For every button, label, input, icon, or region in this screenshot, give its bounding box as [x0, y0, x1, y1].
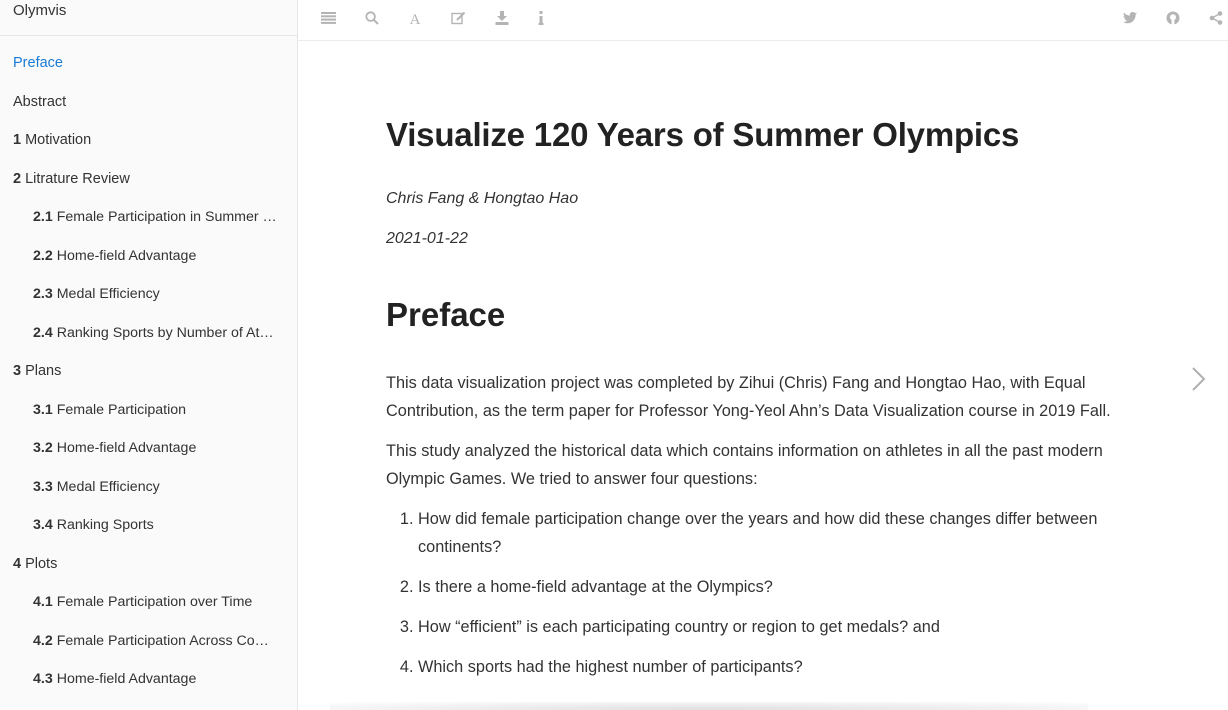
main-content: Visualize 120 Years of Summer Olympics C… — [386, 41, 1146, 693]
list-item: How “efficient” is each participating co… — [418, 613, 1146, 641]
sidebar-item-label: Home-field Advantage — [56, 247, 197, 264]
sidebar-item-label: Home-field Advantage — [56, 440, 197, 456]
sidebar-item-number: 3.4 — [33, 517, 53, 533]
search-icon[interactable] — [360, 8, 384, 28]
share-icon[interactable] — [1204, 8, 1228, 28]
paragraph: This data visualization project was comp… — [386, 374, 1111, 420]
bottom-shadow — [330, 702, 1088, 710]
questions-list: How did female participation change over… — [386, 505, 1146, 681]
sidebar-item[interactable]: 3.4 Ranking Sports — [0, 506, 297, 545]
sidebar-item-number: 2.3 — [33, 286, 53, 302]
sidebar-item-label: Medal Efficiency — [56, 478, 160, 495]
sidebar-item[interactable]: 3 Plans — [0, 352, 297, 391]
sidebar: Olymvis Preface Abstract 1 Motivation 2 Litra… — [0, 0, 298, 710]
sidebar-item-number: 3 — [13, 363, 22, 379]
sidebar-item[interactable]: 2.3 Medal Efficiency — [0, 275, 297, 314]
sidebar-item[interactable]: 3.1 Female Participation — [0, 391, 297, 430]
toc-toggle-icon[interactable] — [316, 8, 340, 28]
author: Chris Fang & Hongtao Hao — [386, 190, 579, 207]
sidebar-item[interactable]: 2.2 Home-field Advantage — [0, 237, 297, 276]
sidebar-item[interactable]: Abstract — [0, 83, 297, 122]
svg-text:A: A — [410, 12, 421, 25]
sidebar-item-label: Ranking Sports — [56, 517, 154, 533]
sidebar-item[interactable]: 3.3 Medal Efficiency — [0, 468, 297, 507]
sidebar-item-label: Preface — [13, 55, 63, 71]
book-title[interactable]: Olymvis — [0, 0, 297, 36]
sidebar-item[interactable]: 2.1 Female Participation in Summer … — [0, 198, 297, 237]
sidebar-item-number: 3.1 — [33, 401, 53, 418]
sidebar-item[interactable]: 1 Motivation — [0, 121, 297, 160]
publish-date: 2021-01-22 — [386, 230, 468, 247]
list-item: Which sports had the highest number of p… — [418, 653, 1146, 681]
sidebar-item[interactable]: 4.2 Female Participation Across Co… — [0, 622, 297, 661]
sidebar-item-number: 4.1 — [33, 594, 53, 610]
sidebar-item-label: Motivation — [25, 132, 92, 148]
sidebar-item-label: Plots — [25, 555, 58, 572]
sidebar-item-number: 2.2 — [33, 247, 53, 264]
sidebar-item[interactable]: 2.4 Ranking Sports by Number of At… — [0, 314, 297, 353]
sidebar-item-label: Female Participation over Time — [56, 594, 253, 610]
next-page-arrow-icon[interactable] — [1190, 366, 1208, 392]
sidebar-item-number: 4.2 — [33, 632, 53, 649]
sidebar-item[interactable]: 4.4Medal Efficiency — [0, 699, 297, 710]
sidebar-item-number: 3.3 — [33, 478, 53, 495]
sidebar-item-number: 2 — [13, 170, 22, 187]
paragraph: This study analyzed the historical data … — [386, 442, 1103, 488]
list-item: How did female participation change over… — [418, 505, 1146, 561]
sidebar-item-label: Abstract — [13, 93, 67, 110]
edit-icon[interactable] — [446, 8, 470, 28]
info-icon[interactable] — [529, 8, 553, 28]
list-item: Is there a home-field advantage at the O… — [418, 573, 1146, 601]
sidebar-item-label: Female Participation in Summer … — [56, 209, 277, 225]
sidebar-item[interactable]: Preface — [0, 44, 297, 83]
sidebar-item-label: Female Participation — [56, 401, 187, 418]
github-icon[interactable] — [1161, 8, 1185, 28]
sidebar-item-label: Female Participation Across Co… — [56, 632, 269, 649]
page-title: Visualize 120 Years of Summer Olympics — [386, 116, 1020, 153]
sidebar-item[interactable]: 4.3 Home-field Advantage — [0, 660, 297, 699]
section-heading: Preface — [386, 296, 506, 333]
sidebar-item-number: 4.3 — [33, 671, 53, 687]
table-of-contents: Preface Abstract 1 Motivation 2 Litrature Rev… — [0, 36, 297, 710]
sidebar-item-label: Ranking Sports by Number of At… — [56, 324, 274, 341]
sidebar-item[interactable]: 3.2 Home-field Advantage — [0, 429, 297, 468]
download-icon[interactable] — [490, 8, 514, 28]
sidebar-item-number: 2.1 — [33, 209, 53, 225]
sidebar-item-label: Home-field Advantage — [56, 671, 197, 687]
sidebar-item-number: 4 — [13, 555, 22, 572]
sidebar-item-number: 1 — [13, 132, 22, 148]
font-settings-icon[interactable]: A — [403, 8, 427, 28]
sidebar-item-number: 2.4 — [33, 324, 53, 341]
sidebar-item[interactable]: 4.1 Female Participation over Time — [0, 583, 297, 622]
sidebar-item-label: Medal Efficiency — [56, 286, 160, 302]
sidebar-item[interactable]: 4 Plots — [0, 545, 297, 584]
sidebar-item-label: Litrature Review — [25, 170, 130, 187]
sidebar-item-number: 3.2 — [33, 440, 53, 456]
sidebar-item[interactable]: 2 Litrature Review — [0, 160, 297, 199]
twitter-icon[interactable] — [1118, 8, 1142, 28]
sidebar-item-label: Plans — [25, 363, 62, 379]
top-toolbar: A — [298, 0, 1228, 41]
